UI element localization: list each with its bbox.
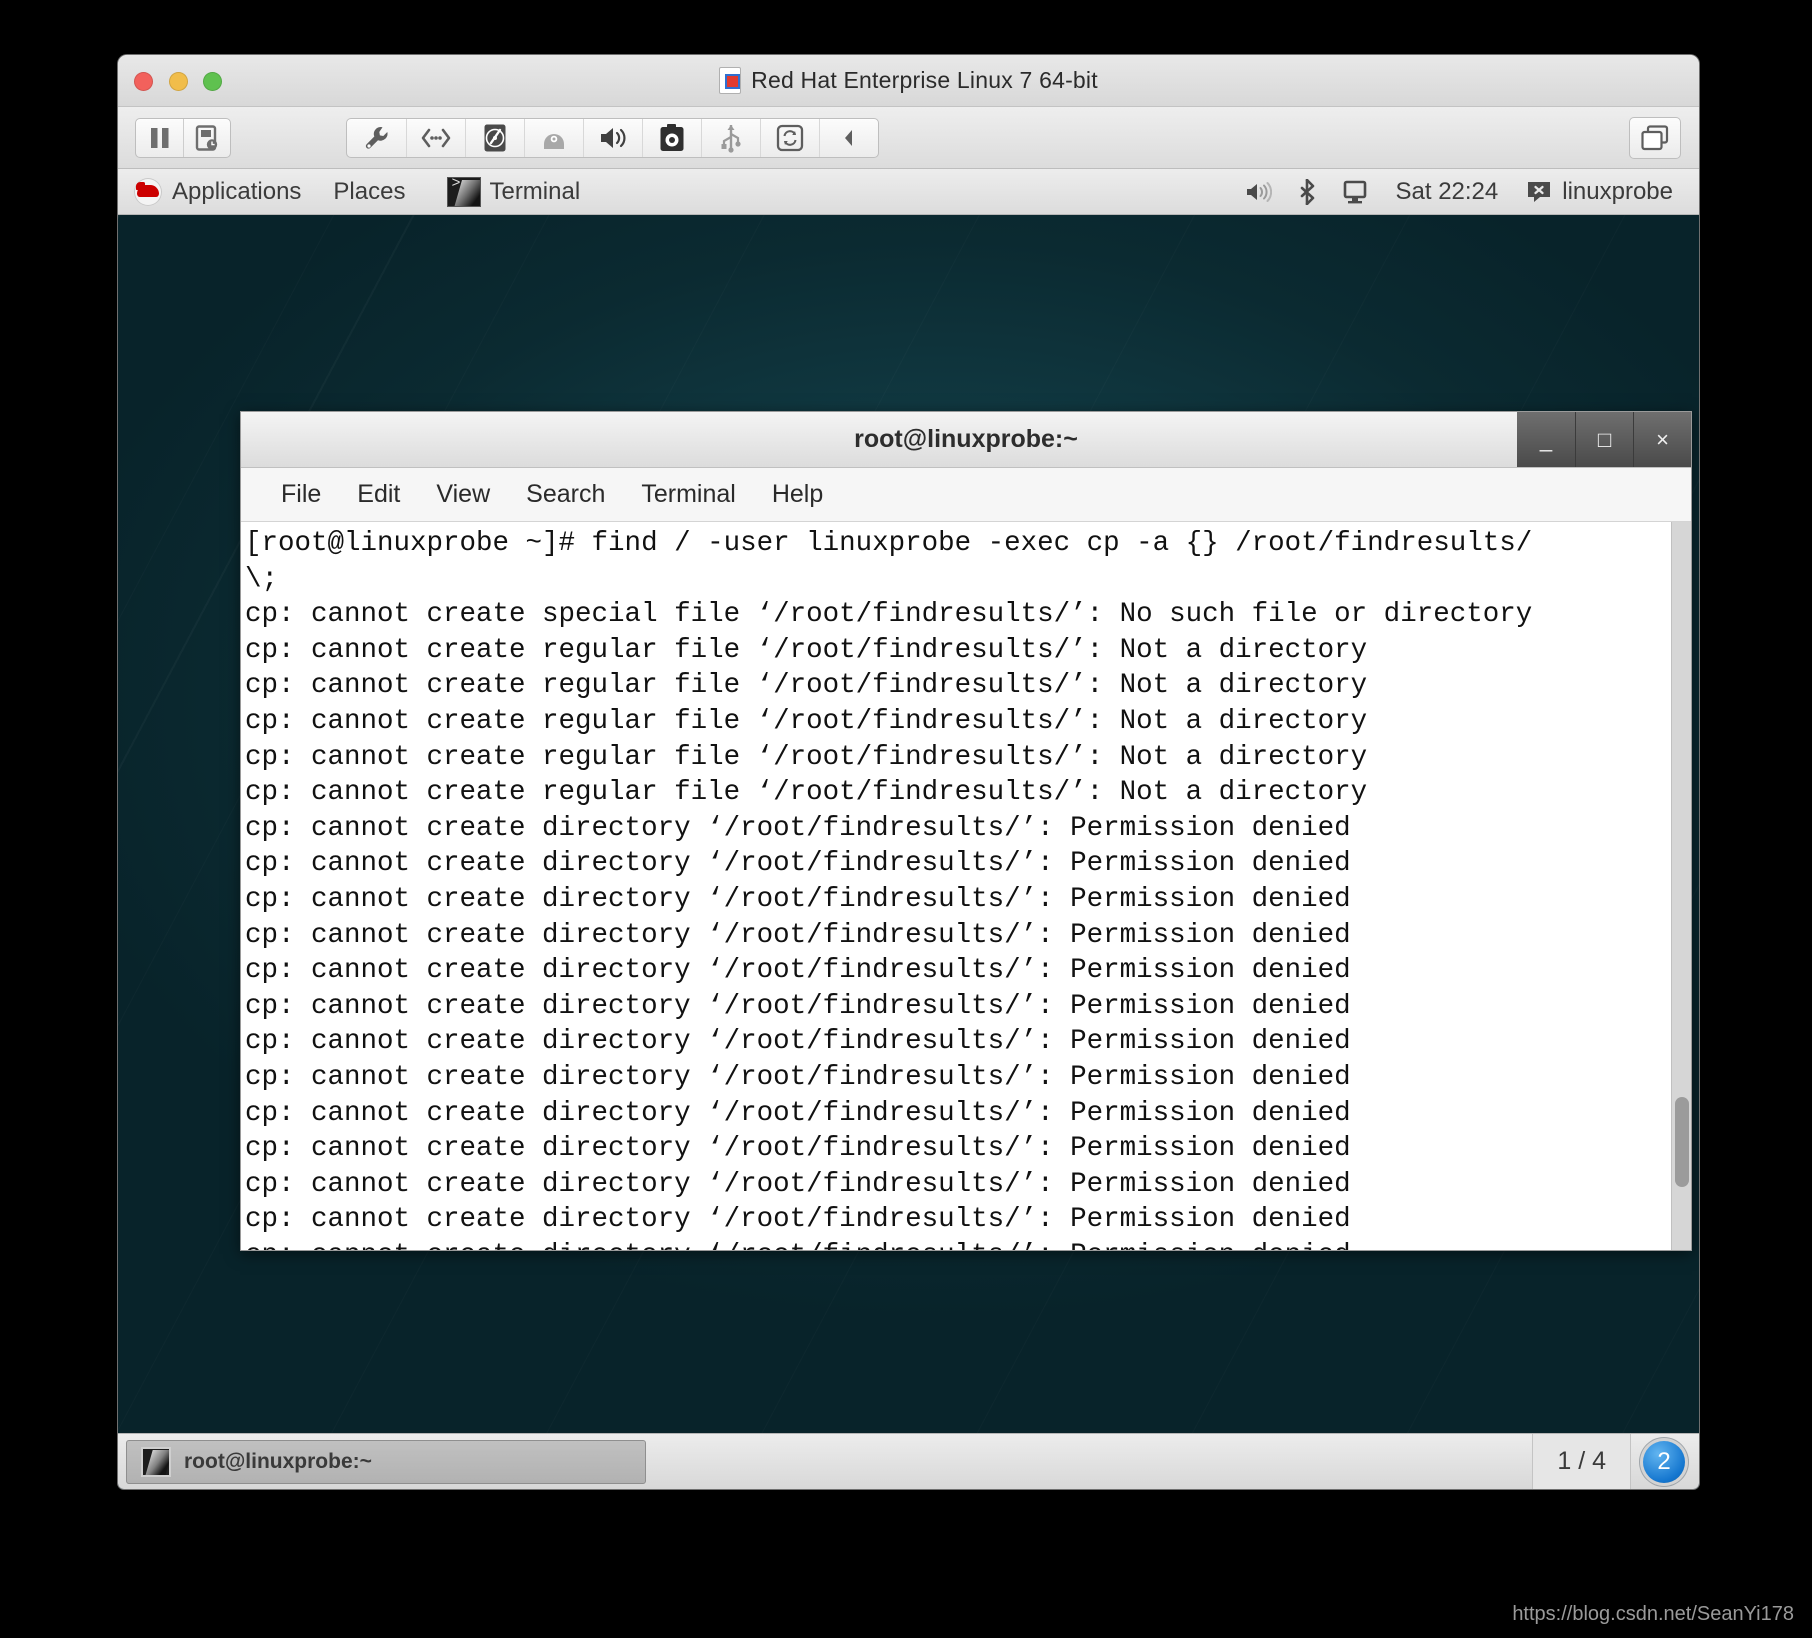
terminal-icon — [447, 176, 482, 207]
workspace-switcher[interactable]: 1 / 4 — [1532, 1434, 1631, 1489]
chevron-left-icon — [845, 129, 852, 146]
windows-overlap-icon — [1641, 124, 1669, 150]
terminal-icon — [141, 1446, 171, 1477]
places-menu[interactable]: Places — [317, 169, 421, 214]
panel-window-label: Terminal — [489, 177, 581, 205]
panel-user-label: linuxprobe — [1562, 177, 1673, 205]
pause-button[interactable] — [136, 119, 183, 157]
notification-badge[interactable]: 2 — [1643, 1440, 1685, 1483]
menu-terminal[interactable]: Terminal — [623, 476, 753, 513]
terminal-title: root@linuxprobe:~ — [854, 425, 1078, 453]
vm-title-text: Red Hat Enterprise Linux 7 64-bit — [751, 67, 1098, 93]
cd-button[interactable] — [524, 118, 583, 157]
network-button[interactable] — [406, 118, 465, 157]
watermark: https://blog.csdn.net/SeanYi178 — [1512, 1603, 1794, 1625]
menu-edit[interactable]: Edit — [339, 476, 418, 513]
applications-menu-label: Applications — [172, 177, 302, 205]
camera-icon — [660, 123, 684, 151]
gnome-bottom-panel: root@linuxprobe:~ 1 / 4 2 — [118, 1433, 1699, 1489]
desktop-background: root@linuxprobe:~ _ □ × File Edit View S… — [118, 215, 1699, 1489]
network-icon — [421, 128, 451, 147]
hard-disk-icon — [484, 124, 506, 151]
terminal-window-buttons: _ □ × — [1517, 412, 1691, 467]
terminal-maximize-button[interactable]: □ — [1575, 412, 1633, 467]
menu-help[interactable]: Help — [754, 476, 841, 513]
shared-folders-button[interactable] — [760, 118, 819, 157]
places-menu-label: Places — [333, 177, 406, 205]
vm-toolbar — [118, 107, 1699, 169]
panel-clock[interactable]: Sat 22:24 — [1380, 178, 1515, 206]
terminal-scrollbar-thumb[interactable] — [1675, 1097, 1689, 1188]
wrench-icon — [365, 126, 388, 149]
terminal-titlebar[interactable]: root@linuxprobe:~ _ □ × — [241, 412, 1691, 468]
usb-icon — [721, 124, 741, 153]
applications-menu[interactable]: Applications — [118, 169, 317, 214]
vm-toolbar-left-group — [135, 117, 231, 158]
settings-button[interactable] — [347, 119, 406, 157]
redhat-logo-icon — [134, 177, 162, 206]
terminal-body: [root@linuxprobe ~]# find / -user linuxp… — [241, 522, 1691, 1250]
terminal-menubar: File Edit View Search Terminal Help — [241, 468, 1691, 522]
vm-toolbar-device-group — [346, 117, 879, 158]
taskbar-right-group: 1 / 4 2 — [1532, 1434, 1695, 1489]
bluetooth-tray-icon[interactable] — [1285, 178, 1330, 205]
unity-view-button[interactable] — [1629, 116, 1681, 159]
more-button[interactable] — [819, 118, 878, 157]
vm-title-group: Red Hat Enterprise Linux 7 64-bit — [118, 67, 1699, 94]
speaker-icon — [601, 127, 626, 148]
menu-view[interactable]: View — [418, 476, 508, 513]
snapshot-button[interactable] — [183, 118, 230, 157]
terminal-close-button[interactable]: × — [1633, 412, 1691, 467]
volume-tray-icon[interactable] — [1232, 181, 1285, 203]
tasklist-item-label: root@linuxprobe:~ — [184, 1449, 372, 1473]
tasklist-item-terminal[interactable]: root@linuxprobe:~ — [126, 1439, 646, 1484]
panel-right-group: Sat 22:24 linuxprobe — [1232, 169, 1700, 214]
usb-button[interactable] — [701, 118, 760, 157]
sync-icon — [776, 124, 804, 151]
panel-user-menu[interactable]: linuxprobe — [1514, 178, 1685, 206]
terminal-window: root@linuxprobe:~ _ □ × File Edit View S… — [240, 411, 1692, 1251]
panel-left-group: Applications Places Terminal — [118, 169, 594, 214]
vm-window: Red Hat Enterprise Linux 7 64-bit Applic… — [118, 55, 1699, 1489]
guest-screen: Applications Places Terminal — [118, 169, 1699, 1489]
sound-button[interactable] — [583, 118, 642, 157]
vm-titlebar: Red Hat Enterprise Linux 7 64-bit — [118, 55, 1699, 107]
menu-file[interactable]: File — [263, 476, 339, 513]
camera-button[interactable] — [642, 118, 701, 157]
pause-icon — [150, 127, 168, 148]
panel-window-terminal[interactable]: Terminal — [441, 169, 594, 214]
display-tray-icon[interactable] — [1330, 180, 1380, 204]
harddisk-button[interactable] — [465, 118, 524, 157]
user-status-icon — [1528, 181, 1551, 202]
terminal-scrollbar[interactable] — [1671, 522, 1691, 1250]
terminal-output[interactable]: [root@linuxprobe ~]# find / -user linuxp… — [241, 522, 1671, 1250]
cd-drive-icon — [544, 133, 564, 149]
gnome-top-panel: Applications Places Terminal — [118, 169, 1699, 215]
menu-search[interactable]: Search — [508, 476, 623, 513]
snapshot-clock-icon — [195, 124, 218, 151]
document-redhat-icon — [719, 67, 742, 94]
terminal-minimize-button[interactable]: _ — [1517, 412, 1575, 467]
